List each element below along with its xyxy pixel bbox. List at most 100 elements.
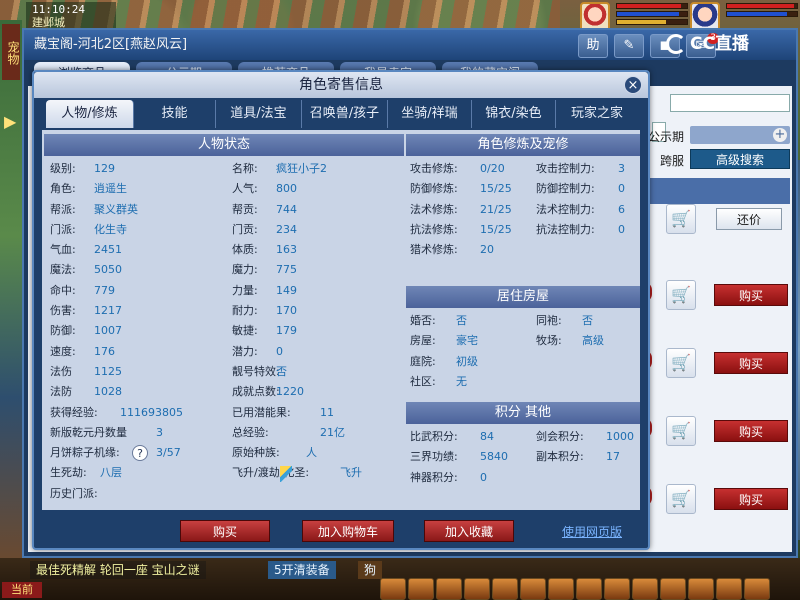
buy-button[interactable]: 购买 <box>180 520 270 542</box>
section-heading: 人物状态 <box>44 134 404 156</box>
stat-key: 同袍: <box>536 314 562 327</box>
status-table: 级别: 129 名称: 疯狂小子2 角色: 逍遥生 人气: 800 帮派: 聚义群英 帮贡: 744 门… <box>44 156 404 403</box>
section-heading: 居住房屋 <box>406 286 640 308</box>
stat-row: 魔法: 5050 魔力: 775 <box>44 260 404 280</box>
stat-key: 社区: <box>410 374 436 388</box>
stat-value: 聚义群英 <box>94 202 138 216</box>
stat-key: 获得经验: <box>50 405 98 419</box>
stat-value: 逍遥生 <box>94 182 127 196</box>
toolbar-button-icon[interactable] <box>520 578 546 600</box>
stat-value: 0 <box>276 344 283 358</box>
toolbar-button-icon[interactable] <box>716 578 742 600</box>
stat-value: 否 <box>456 314 467 327</box>
buy-button[interactable]: 购买 <box>714 352 788 374</box>
toolbar-button-icon[interactable] <box>492 578 518 600</box>
stat-key: 帮派: <box>50 202 76 216</box>
stat-key: 飞升/渡劫/化圣: <box>232 466 310 480</box>
stat-key: 门贡: <box>232 222 258 236</box>
cart-icon[interactable]: 🛒 <box>666 204 696 234</box>
buy-button[interactable]: 购买 <box>714 284 788 306</box>
plus-icon[interactable]: + <box>773 128 787 142</box>
chat-link[interactable]: 5开清装备 <box>268 561 336 579</box>
pet-mp-bar <box>726 11 798 17</box>
advanced-search-button[interactable]: 高级搜索 <box>690 149 790 169</box>
stat-key: 魔法: <box>50 263 76 277</box>
web-version-link[interactable]: 使用网页版 <box>562 523 622 540</box>
help-icon[interactable]: ? <box>132 445 148 462</box>
stat-value: 84 <box>480 430 494 443</box>
tab-character[interactable]: 人物/修炼 <box>46 100 134 128</box>
toolbar-button-icon[interactable] <box>604 578 630 600</box>
edit-button[interactable]: ✎ <box>614 34 644 58</box>
stat-key: 法术修炼: <box>410 202 458 216</box>
player-hp-bar <box>616 3 688 9</box>
stat-value: 3 <box>618 162 625 175</box>
cart-icon[interactable]: 🛒 <box>666 416 696 446</box>
toolbar-button-icon[interactable] <box>408 578 434 600</box>
stat-value: 163 <box>276 243 297 257</box>
stat-row: 速度: 176 潜力: 0 <box>44 342 404 362</box>
list-item: 🛒 还价 <box>638 192 788 248</box>
stat-row: 获得经验: 111693805 已用潜能果: 11 <box>44 403 404 423</box>
close-icon[interactable]: × <box>624 76 642 94</box>
toolbar-button-icon[interactable] <box>688 578 714 600</box>
tab-mounts[interactable]: 坐骑/祥瑞 <box>388 100 472 128</box>
tab-outfits[interactable]: 锦衣/染色 <box>472 100 556 128</box>
stat-key: 命中: <box>50 283 76 297</box>
toolbar-button-icon[interactable] <box>660 578 686 600</box>
chat-link[interactable]: 狗 <box>358 561 383 579</box>
stat-row: 神器积分: 0 <box>406 468 640 488</box>
stat-key: 门派: <box>50 222 76 236</box>
stat-value: 1007 <box>94 324 122 338</box>
list-item: 🛒 购买 <box>638 268 788 324</box>
stat-value: 179 <box>276 324 297 338</box>
stat-value: 1000 <box>606 430 634 443</box>
toolbar-button-icon[interactable] <box>744 578 770 600</box>
tab-home[interactable]: 玩家之家 <box>556 100 638 128</box>
cart-icon[interactable]: 🛒 <box>666 348 696 378</box>
score-table: 比武积分: 84 剑会积分: 1000 三界功绩: 5840 副本积分: 17 神器积分: 0 <box>406 424 640 488</box>
stat-key: 月饼粽子机缘: <box>50 446 120 460</box>
stat-value: 21/25 <box>480 202 512 216</box>
pet-side-button[interactable]: 宠物 <box>2 24 20 80</box>
stat-value: 5050 <box>94 263 122 277</box>
current-channel-tab[interactable]: 当前 <box>2 582 42 598</box>
cart-icon[interactable]: 🛒 <box>666 280 696 310</box>
stat-value: 20 <box>480 243 494 257</box>
toolbar-button-icon[interactable] <box>632 578 658 600</box>
stat-key: 猎术修炼: <box>410 243 458 257</box>
counter-offer-button[interactable]: 还价 <box>716 208 782 230</box>
stat-key: 靓号特效: <box>232 364 280 378</box>
expand-arrow-icon[interactable]: ▶ <box>4 112 18 132</box>
toolbar-button-icon[interactable] <box>576 578 602 600</box>
stat-value: 1217 <box>94 304 122 318</box>
help-button[interactable]: 助 <box>578 34 608 58</box>
add-to-cart-button[interactable]: 加入购物车 <box>302 520 394 542</box>
add-favorite-button[interactable]: 加入收藏 <box>424 520 514 542</box>
stat-row: 法防 1028 成就点数: 1220 <box>44 382 404 402</box>
buy-button[interactable]: 购买 <box>714 420 788 442</box>
player-bars <box>616 3 688 27</box>
stat-row: 历史门派: <box>44 484 404 504</box>
list-item: 🛒 购买 <box>638 404 788 460</box>
stat-row: 攻击修炼: 0/20 攻击控制力: 3 <box>406 159 640 179</box>
toolbar-button-icon[interactable] <box>380 578 406 600</box>
cart-icon[interactable]: 🛒 <box>666 484 696 514</box>
stat-key: 婚否: <box>410 314 436 327</box>
stat-key: 庭院: <box>410 354 436 368</box>
search-input[interactable] <box>670 94 790 112</box>
cc-logo-icon <box>666 34 686 54</box>
tab-pets[interactable]: 召唤兽/孩子 <box>302 100 388 128</box>
tab-skills[interactable]: 技能 <box>134 100 216 128</box>
stat-key: 法术控制力: <box>536 202 595 216</box>
toolbar-button-icon[interactable] <box>548 578 574 600</box>
tab-items[interactable]: 道具/法宝 <box>216 100 302 128</box>
stat-row: 新版乾元丹数量 3 总经验: 21亿 <box>44 423 404 443</box>
stat-value: 3 <box>156 425 163 439</box>
buy-button[interactable]: 购买 <box>714 488 788 510</box>
public-period-select[interactable]: + <box>690 126 790 144</box>
left-hud-strip <box>0 20 22 560</box>
dialog-panel: 人物状态 级别: 129 名称: 疯狂小子2 角色: 逍遥生 人气: 800 帮派: 聚义群英 帮贡… <box>42 130 640 510</box>
toolbar-button-icon[interactable] <box>464 578 490 600</box>
toolbar-button-icon[interactable] <box>436 578 462 600</box>
